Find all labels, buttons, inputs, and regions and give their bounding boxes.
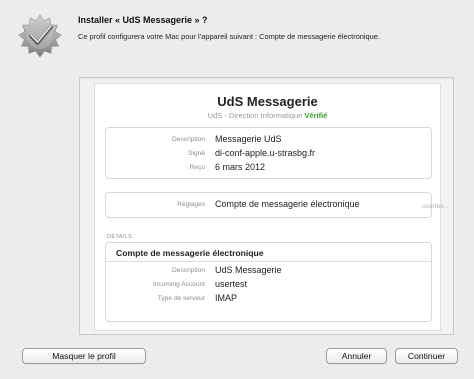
settings-key: Réglages [177,201,205,208]
account-divider [106,261,431,262]
account-row-description: Description UdS Messagerie [106,265,431,278]
account-row-incoming: Incoming Account usertest [106,279,431,292]
summary-key: Reçu [189,164,205,171]
profile-scroll-area[interactable]: UdS Messagerie UdS - Direction Informati… [79,77,454,335]
summary-value: 6 mars 2012 [215,162,266,172]
profile-summary-box: Description Messagerie UdS Signé di-conf… [105,127,432,179]
account-value: usertest [215,279,248,289]
profile-subtitle: UdS - Direction Informatique Vérifié [95,111,440,120]
settings-value: Compte de messagerie électronique [215,199,360,209]
summary-value: di-conf-apple.u-strasbg.fr [215,148,316,158]
settings-extra-value: usertes... [422,203,450,210]
cancel-button[interactable]: Annuler [326,348,387,364]
summary-value: Messagerie UdS [215,134,282,144]
details-section-label: DÉTAILS [107,234,132,240]
continue-button[interactable]: Continuer [395,348,458,364]
summary-row-description: Description Messagerie UdS [106,134,431,147]
profile-name: UdS Messagerie [217,94,318,109]
summary-key: Description [172,136,205,143]
profile-organization: UdS - Direction Informatique [207,111,303,120]
account-key: Type de serveur [157,295,205,302]
dialog-message: Ce profil configurera votre Mac pour l’a… [78,32,380,41]
account-title: Compte de messagerie électronique [116,248,264,258]
account-value: UdS Messagerie [215,265,282,275]
account-value: IMAP [215,293,238,303]
settings-box: Réglages Compte de messagerie électroniq… [105,192,449,218]
settings-row: Réglages Compte de messagerie électroniq… [106,199,431,212]
account-row-server-type: Type de serveur IMAP [106,293,431,306]
summary-key: Signé [188,150,205,157]
summary-row-received: Reçu 6 mars 2012 [106,162,431,175]
profile-card: UdS Messagerie UdS - Direction Informati… [94,83,449,331]
account-key: Description [172,267,205,274]
hide-profile-button[interactable]: Masquer le profil [22,348,146,364]
account-key: Incoming Account [152,281,205,288]
summary-row-signed: Signé di-conf-apple.u-strasbg.fr [106,148,431,161]
dialog-title: Installer « UdS Messagerie » ? [78,15,208,25]
verified-status: Vérifié [304,111,328,120]
account-details-box: Compte de messagerie électronique Descri… [105,242,432,322]
install-profile-dialog: Installer « UdS Messagerie » ? Ce profil… [0,0,474,379]
profile-gear-checkmark-icon [18,14,62,58]
